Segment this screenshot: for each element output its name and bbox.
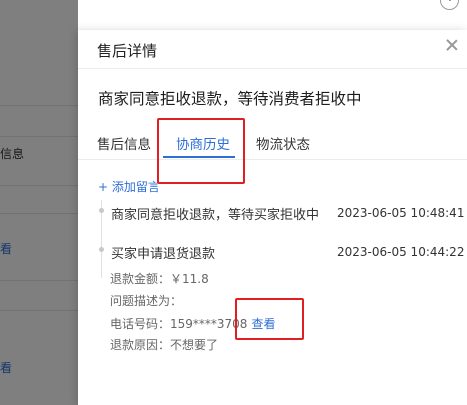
timeline-item-time: 2023-06-05 10:44:22: [337, 245, 465, 259]
after-sales-drawer: 售后详情 商家同意拒收退款，等待消费者拒收中 售后信息 协商历史 物流状态 + …: [78, 30, 467, 405]
clock-icon[interactable]: [440, 0, 459, 10]
modal-overlay[interactable]: [0, 0, 78, 405]
highlight-box-tab: [157, 118, 245, 184]
tabs-divider: [78, 159, 467, 160]
timeline-item-time: 2023-06-05 10:48:41: [337, 206, 465, 220]
close-icon[interactable]: [443, 36, 461, 54]
add-comment-button[interactable]: + 添加留言: [98, 178, 160, 195]
tab-logistics-status[interactable]: 物流状态: [256, 133, 310, 153]
timeline-item-title: 商家同意拒收退款，等待买家拒收中: [111, 208, 320, 223]
tab-after-sales-info[interactable]: 售后信息: [97, 133, 151, 153]
timeline-dot: [99, 208, 104, 213]
problem-description: 问题描述为：: [110, 294, 183, 308]
timeline-item-title: 买家申请退货退款: [111, 247, 216, 262]
drawer-title: 售后详情: [97, 42, 158, 60]
timeline-dot: [99, 247, 104, 252]
status-headline: 商家同意拒收退款，等待消费者拒收中: [98, 90, 362, 108]
header-divider: [78, 68, 467, 69]
refund-reason: 退款原因：不想要了: [110, 338, 219, 352]
phone-number: 电话号码：159****3708: [110, 317, 248, 331]
refund-amount: 退款金额：￥11.8: [110, 272, 209, 286]
highlight-box-view: [235, 298, 304, 340]
